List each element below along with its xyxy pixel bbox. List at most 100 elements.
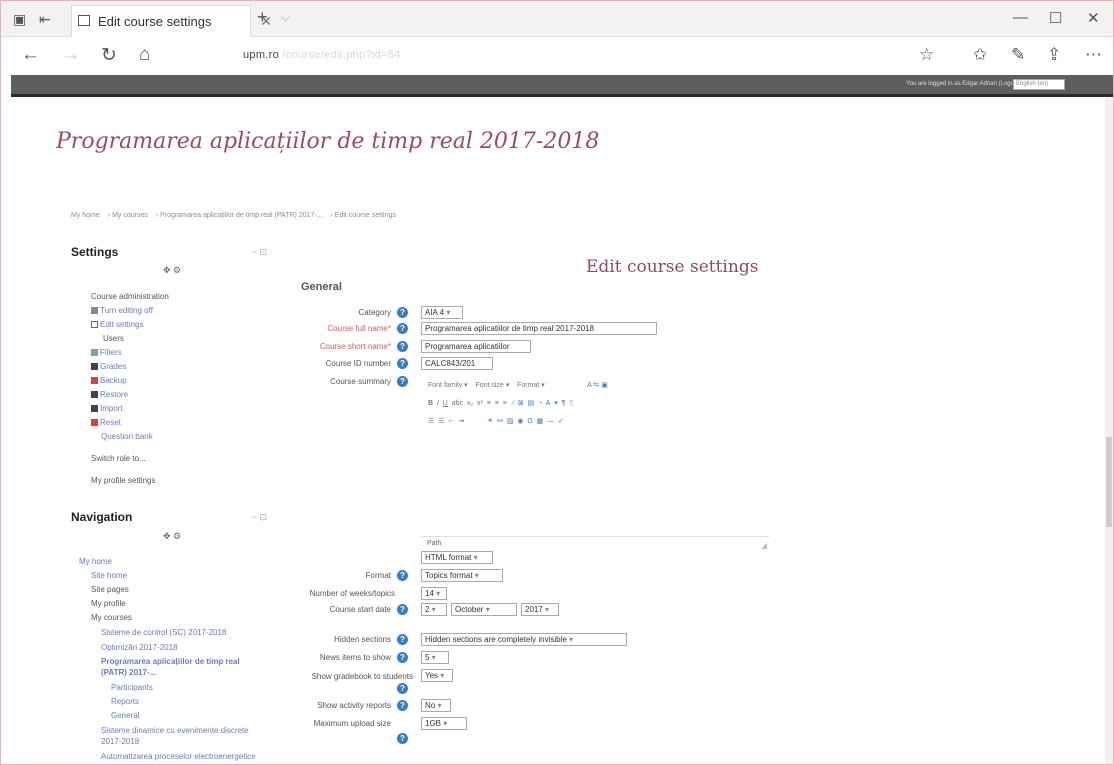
outdent-icon[interactable]: ⇤ [448,418,454,425]
image-icon[interactable]: ▨ [507,418,514,425]
share-icon[interactable]: ⇪ [1047,45,1061,65]
back-button[interactable]: ← [21,44,40,66]
numbered-list-icon[interactable]: ☰ [438,418,444,425]
language-select[interactable]: English (en) [1013,79,1065,90]
settings-item[interactable]: Switch role to... [91,454,146,463]
help-icon[interactable]: ? [397,733,408,744]
home-button[interactable]: ⌂ [139,44,150,66]
special-char-icon[interactable]: Ω [527,418,532,425]
address-input[interactable]: upm.ro /course/edit.php?id=54 [243,49,401,61]
nav-item[interactable]: Programarea aplicațiilor de timp real [101,657,240,666]
clean-icon[interactable]: ◔ [538,400,542,407]
settings-item[interactable]: Course administration [91,292,169,301]
strike-icon[interactable]: abc [452,400,463,407]
move-block-icon[interactable]: ✥ ⚙ [163,531,181,542]
nav-item[interactable]: My home [79,557,112,566]
refresh-button[interactable]: ↻ [101,44,117,67]
format-select[interactable]: Topics format [421,569,503,582]
text-format-select[interactable]: HTML format [421,551,493,564]
nav-item[interactable]: (PATR) 2017-... [101,668,156,677]
collapse-icon[interactable]: − ⊡ [252,247,267,258]
move-block-icon[interactable]: ✥ ⚙ [163,265,181,276]
nav-item[interactable]: Sisteme dinamice cu evenimente discrete [101,726,249,735]
hidden-select[interactable]: Hidden sections are completely invisible [421,633,627,646]
start-day-select[interactable]: 2 [421,603,447,616]
nav-item[interactable]: Reports [111,697,139,706]
hr-icon[interactable]: — [547,418,554,425]
close-window-button[interactable]: ✕ [1087,9,1100,27]
settings-item[interactable]: Reset [91,418,121,427]
help-icon[interactable]: ? [397,341,408,352]
category-select[interactable]: AIA 4 [421,306,463,319]
scrollbar-thumb[interactable] [1106,437,1112,527]
settings-item[interactable]: Filters [91,348,122,357]
nav-item[interactable]: My courses [91,613,132,622]
superscript-icon[interactable]: x² [477,400,483,407]
unlink-icon[interactable]: ⚯ [497,418,503,425]
help-icon[interactable]: ? [397,358,408,369]
align-right-icon[interactable]: ≡ [503,400,507,407]
paste-word-icon[interactable]: ▤ [528,400,535,407]
find-icon[interactable]: A [587,382,591,389]
start-year-select[interactable]: 2017 [521,603,559,616]
help-icon[interactable]: ? [397,604,408,615]
forward-button[interactable]: → [61,44,80,66]
align-center-icon[interactable]: ≡ [495,400,499,407]
idnumber-input[interactable]: CALC843/201 [421,357,493,370]
help-icon[interactable]: ? [397,634,408,645]
help-icon[interactable]: ? [397,683,408,694]
text-color-icon[interactable]: A [546,400,551,407]
settings-item[interactable]: Users [103,334,124,343]
nav-item[interactable]: Optimizări 2017-2018 [101,643,177,652]
paste-icon[interactable]: ⊠ [518,400,524,407]
help-icon[interactable]: ? [397,307,408,318]
tab-preview-icon[interactable]: ▣ [13,11,26,28]
paragraph-select[interactable]: Format [517,382,539,389]
font-size-select[interactable]: Font size [475,382,503,389]
subscript-icon[interactable]: x₂ [467,400,473,407]
nav-item[interactable]: Sisteme de control (SC) 2017-2018 [101,628,226,637]
web-note-icon[interactable]: ✎ [1011,45,1025,65]
help-icon[interactable]: ? [397,323,408,334]
bullet-list-icon[interactable]: ☰ [428,418,434,425]
minimize-button[interactable]: — [1013,9,1028,26]
help-icon[interactable]: ? [397,376,408,387]
resize-handle-icon[interactable]: ◢ [761,541,767,550]
page-scrollbar[interactable] [1105,97,1113,764]
collapse-icon[interactable]: − ⊡ [252,512,267,523]
link-icon[interactable]: ⚭ [487,418,493,425]
section-general[interactable]: General [301,281,342,293]
settings-item[interactable]: Backup [91,376,127,385]
nav-item[interactable]: Automatizarea proceselor electroenergeti… [101,752,256,761]
align-left-icon[interactable]: ≡ [487,400,491,407]
media-icon[interactable]: ◉ [517,418,523,425]
help-icon[interactable]: ? [397,700,408,711]
nav-item[interactable]: My profile [91,599,126,608]
news-select[interactable]: 5 [421,651,449,664]
settings-item[interactable]: Turn editing off [91,306,153,315]
nav-item[interactable]: General [111,711,139,720]
settings-item[interactable]: Grades [91,362,126,371]
nav-item[interactable]: Site pages [91,585,129,594]
fullscreen-icon[interactable]: ▣ [601,382,608,389]
help-icon[interactable]: ? [397,652,408,663]
underline-icon[interactable]: U [443,400,448,407]
favorites-hub-icon[interactable]: ✩ [973,45,987,65]
settings-item[interactable]: Question bank [101,432,153,441]
italic-icon[interactable]: I [437,400,439,407]
activity-select[interactable]: No [421,699,451,712]
shortname-input[interactable]: Programarea aplicatiilor [421,340,531,353]
table-icon[interactable]: ▦ [537,418,544,425]
start-month-select[interactable]: October [451,603,517,616]
ltr-icon[interactable]: ¶ [562,400,566,407]
settings-item[interactable]: Edit settings [91,320,144,329]
nav-item[interactable]: Participants [111,683,153,692]
fullname-input[interactable]: Programarea aplicatiilor de timp real 20… [421,322,657,335]
help-icon[interactable]: ? [397,570,408,581]
weeks-select[interactable]: 14 [421,587,447,600]
font-family-select[interactable]: Font family [428,382,462,389]
settings-item[interactable]: Restore [91,390,128,399]
upload-select[interactable]: 1GB [421,717,467,730]
background-color-icon[interactable]: ▾ [554,400,558,407]
gradebook-select[interactable]: Yes [421,669,453,682]
